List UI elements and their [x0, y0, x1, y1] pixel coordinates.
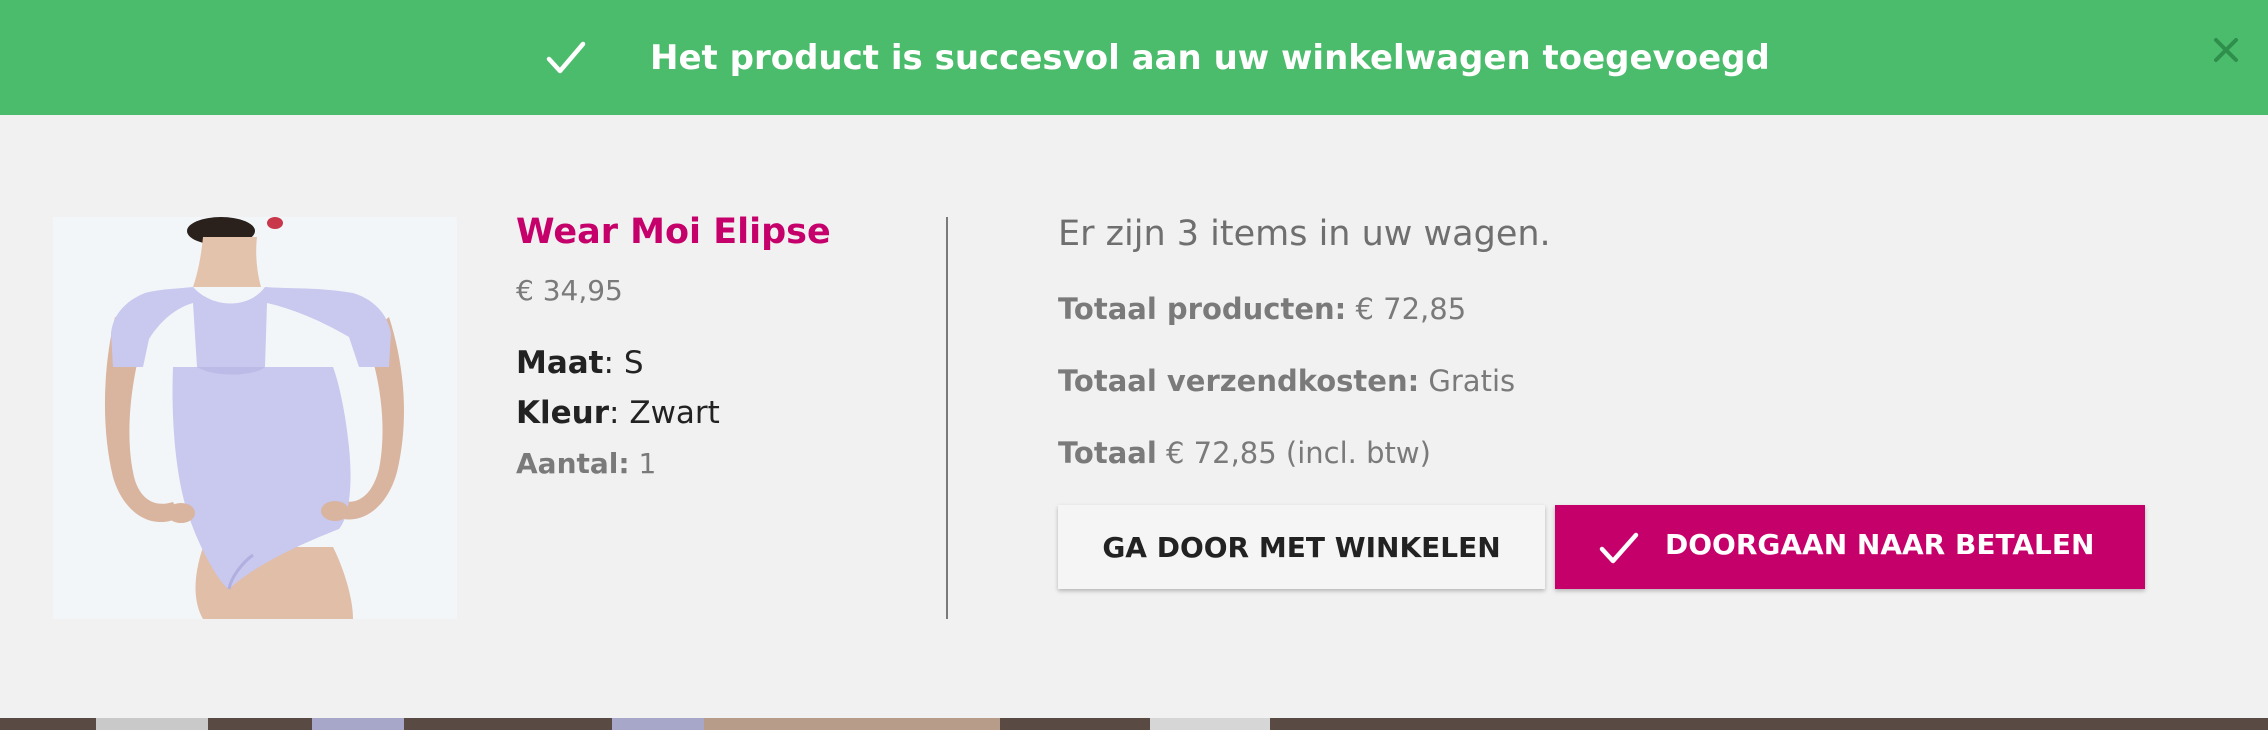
- color-label: Kleur: [516, 395, 610, 431]
- total-products: Totaal producten: € 72,85: [1058, 292, 1466, 326]
- close-icon[interactable]: [2212, 36, 2240, 64]
- total-products-value: € 72,85: [1346, 292, 1467, 326]
- product-image: [53, 217, 457, 619]
- total-shipping-label: Totaal verzendkosten:: [1058, 364, 1420, 398]
- success-notification: Het product is succesvol aan uw winkelwa…: [0, 0, 2268, 115]
- check-icon: [546, 41, 586, 74]
- proceed-to-checkout-button[interactable]: DOORGAAN NAAR BETALEN: [1555, 505, 2145, 589]
- size-value: : S: [603, 345, 644, 381]
- total-label: Totaal: [1058, 436, 1157, 470]
- total-shipping-value: Gratis: [1419, 364, 1516, 398]
- product-quantity: Aantal: 1: [516, 447, 656, 480]
- total-products-label: Totaal producten:: [1058, 292, 1347, 326]
- cart-item-count: Er zijn 3 items in uw wagen.: [1058, 214, 1551, 254]
- checkout-button-label: DOORGAAN NAAR BETALEN: [1665, 528, 2095, 561]
- quantity-label: Aantal:: [516, 447, 630, 480]
- product-color: Kleur: Zwart: [516, 395, 720, 431]
- leotard-illustration: [53, 217, 457, 619]
- product-name: Wear Moi Elipse: [516, 212, 831, 252]
- notification-message: Het product is succesvol aan uw winkelwa…: [650, 38, 1770, 78]
- total-shipping: Totaal verzendkosten: Gratis: [1058, 364, 1515, 398]
- quantity-value: 1: [629, 447, 657, 480]
- product-size: Maat: S: [516, 345, 644, 381]
- check-icon: [1599, 532, 1639, 564]
- product-price: € 34,95: [516, 274, 623, 307]
- vertical-divider: [946, 217, 948, 619]
- continue-shopping-button[interactable]: GA DOOR MET WINKELEN: [1058, 505, 1545, 589]
- total-value: € 72,85 (incl. btw): [1156, 436, 1431, 470]
- order-total: Totaal € 72,85 (incl. btw): [1058, 436, 1431, 470]
- background-page-strip: [0, 718, 2268, 730]
- color-value: : Zwart: [609, 395, 720, 431]
- size-label: Maat: [516, 345, 604, 381]
